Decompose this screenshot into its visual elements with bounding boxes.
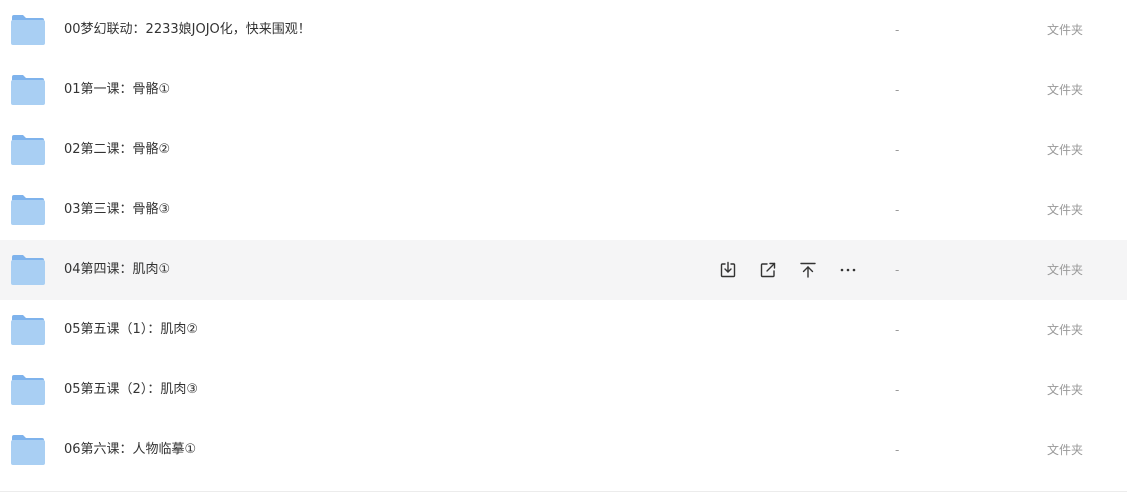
file-row[interactable]: 03第三课：骨骼③ - 文件夹 bbox=[0, 180, 1127, 240]
share-icon bbox=[759, 261, 777, 279]
file-size: - bbox=[895, 23, 900, 37]
file-name[interactable]: 05第五课（1）：肌肉② bbox=[64, 300, 198, 360]
download-button[interactable] bbox=[716, 258, 740, 282]
file-row[interactable]: 02第二课：骨骼② - 文件夹 bbox=[0, 120, 1127, 180]
file-name[interactable]: 02第二课：骨骼② bbox=[64, 120, 170, 180]
folder-icon bbox=[10, 74, 46, 106]
file-type: 文件夹 bbox=[1047, 143, 1084, 157]
file-type: 文件夹 bbox=[1047, 263, 1084, 277]
file-name[interactable]: 03第三课：骨骼③ bbox=[64, 180, 170, 240]
file-name[interactable]: 01第一课：骨骼① bbox=[64, 60, 170, 120]
file-size: - bbox=[895, 383, 900, 397]
file-row-hovered[interactable]: 04第四课：肌肉① - 文件夹 bbox=[0, 240, 1127, 300]
folder-icon bbox=[10, 314, 46, 346]
file-row[interactable]: 06第六课：人物临摹① - 文件夹 bbox=[0, 420, 1127, 480]
file-size: - bbox=[895, 263, 900, 277]
file-name[interactable]: 05第五课（2）：肌肉③ bbox=[64, 360, 198, 420]
file-type: 文件夹 bbox=[1047, 323, 1084, 337]
folder-icon bbox=[10, 374, 46, 406]
file-type: 文件夹 bbox=[1047, 383, 1084, 397]
file-size: - bbox=[895, 83, 900, 97]
file-type: 文件夹 bbox=[1047, 443, 1084, 457]
file-type: 文件夹 bbox=[1047, 23, 1084, 37]
folder-icon bbox=[10, 194, 46, 226]
share-button[interactable] bbox=[756, 258, 780, 282]
file-name[interactable]: 00梦幻联动：2233娘JOJO化，快来围观！ bbox=[64, 0, 311, 60]
more-icon bbox=[839, 261, 857, 279]
row-actions bbox=[716, 258, 876, 282]
file-size: - bbox=[895, 143, 900, 157]
pin-top-button[interactable] bbox=[796, 258, 820, 282]
file-type: 文件夹 bbox=[1047, 83, 1084, 97]
file-row[interactable]: 05第五课（2）：肌肉③ - 文件夹 bbox=[0, 360, 1127, 420]
folder-icon bbox=[10, 434, 46, 466]
list-divider bbox=[0, 491, 1127, 492]
file-size: - bbox=[895, 203, 900, 217]
folder-icon bbox=[10, 134, 46, 166]
file-size: - bbox=[895, 443, 900, 457]
file-list: 00梦幻联动：2233娘JOJO化，快来围观！ - 文件夹 01第一课：骨骼① … bbox=[0, 0, 1127, 495]
file-row[interactable]: 01第一课：骨骼① - 文件夹 bbox=[0, 60, 1127, 120]
file-size: - bbox=[895, 323, 900, 337]
folder-icon bbox=[10, 14, 46, 46]
file-row[interactable]: 00梦幻联动：2233娘JOJO化，快来围观！ - 文件夹 bbox=[0, 0, 1127, 60]
file-type: 文件夹 bbox=[1047, 203, 1084, 217]
folder-icon bbox=[10, 254, 46, 286]
file-name[interactable]: 06第六课：人物临摹① bbox=[64, 420, 196, 480]
pin-top-icon bbox=[799, 261, 817, 279]
file-name[interactable]: 04第四课：肌肉① bbox=[64, 240, 170, 300]
download-icon bbox=[719, 261, 737, 279]
more-button[interactable] bbox=[836, 258, 860, 282]
file-row[interactable]: 05第五课（1）：肌肉② - 文件夹 bbox=[0, 300, 1127, 360]
